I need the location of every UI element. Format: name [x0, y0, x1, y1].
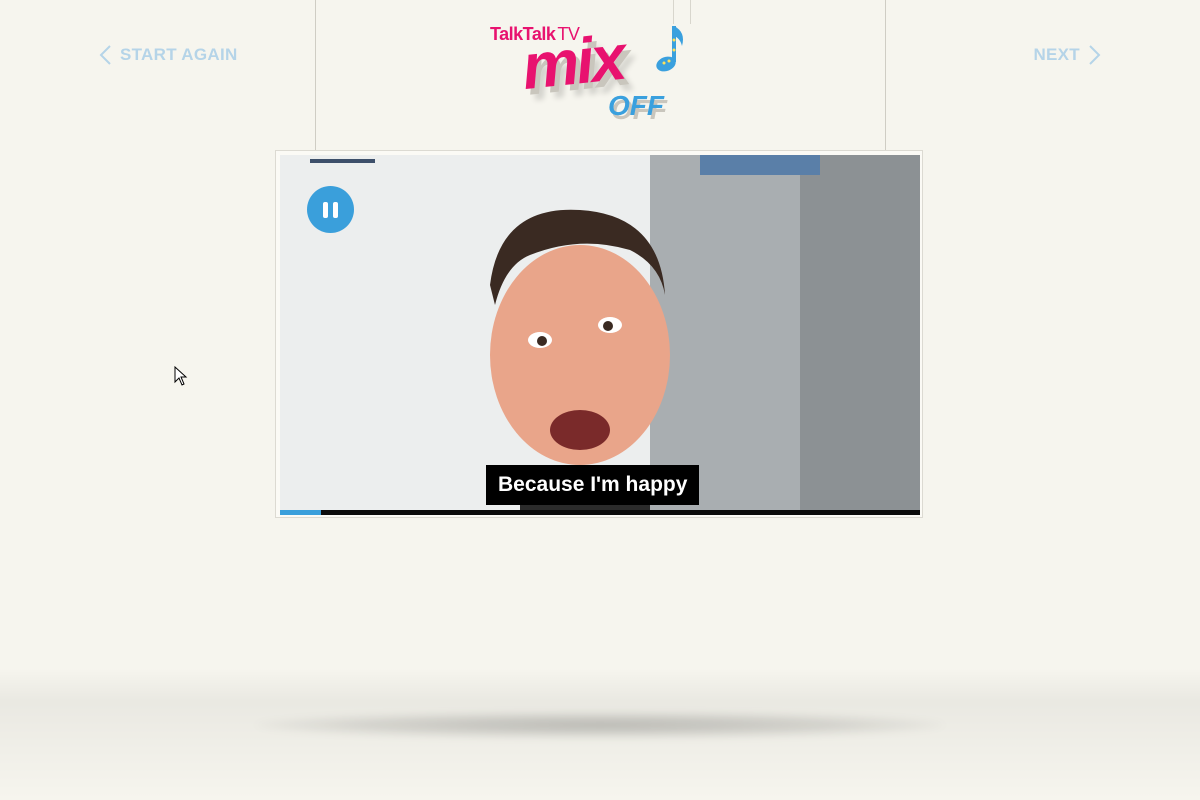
- chevron-left-icon: [99, 45, 111, 65]
- video-progress-fill: [280, 510, 321, 515]
- video-progress-bar[interactable]: [280, 510, 920, 515]
- pause-button[interactable]: [307, 186, 354, 233]
- talktalk-mixoff-logo: TalkTalk TV mix OFF: [488, 18, 708, 143]
- start-again-button[interactable]: START AGAIN: [98, 43, 238, 67]
- hanging-string-left: [315, 0, 316, 150]
- floor-shadow: [255, 712, 945, 738]
- page: START AGAIN NEXT TalkTalk TV mix OFF Bec…: [0, 0, 1200, 800]
- pause-icon-bar-left: [323, 201, 328, 218]
- logo-subtitle: OFF: [608, 90, 664, 121]
- webcam-video[interactable]: Because I'm happy: [280, 155, 920, 515]
- next-label: NEXT: [1033, 45, 1080, 64]
- music-note-icon: [656, 26, 683, 72]
- start-again-label: START AGAIN: [120, 45, 238, 64]
- video-frame: Because I'm happy: [275, 150, 923, 518]
- next-button[interactable]: NEXT: [1033, 43, 1102, 67]
- video-scene: [280, 155, 920, 515]
- lyrics-caption: Because I'm happy: [486, 465, 700, 505]
- chevron-right-icon: [1089, 45, 1101, 65]
- logo-title: mix: [518, 20, 627, 104]
- mouse-pointer-icon: [174, 366, 188, 386]
- hanging-string-right: [885, 0, 886, 150]
- pause-icon-bar-right: [333, 201, 338, 218]
